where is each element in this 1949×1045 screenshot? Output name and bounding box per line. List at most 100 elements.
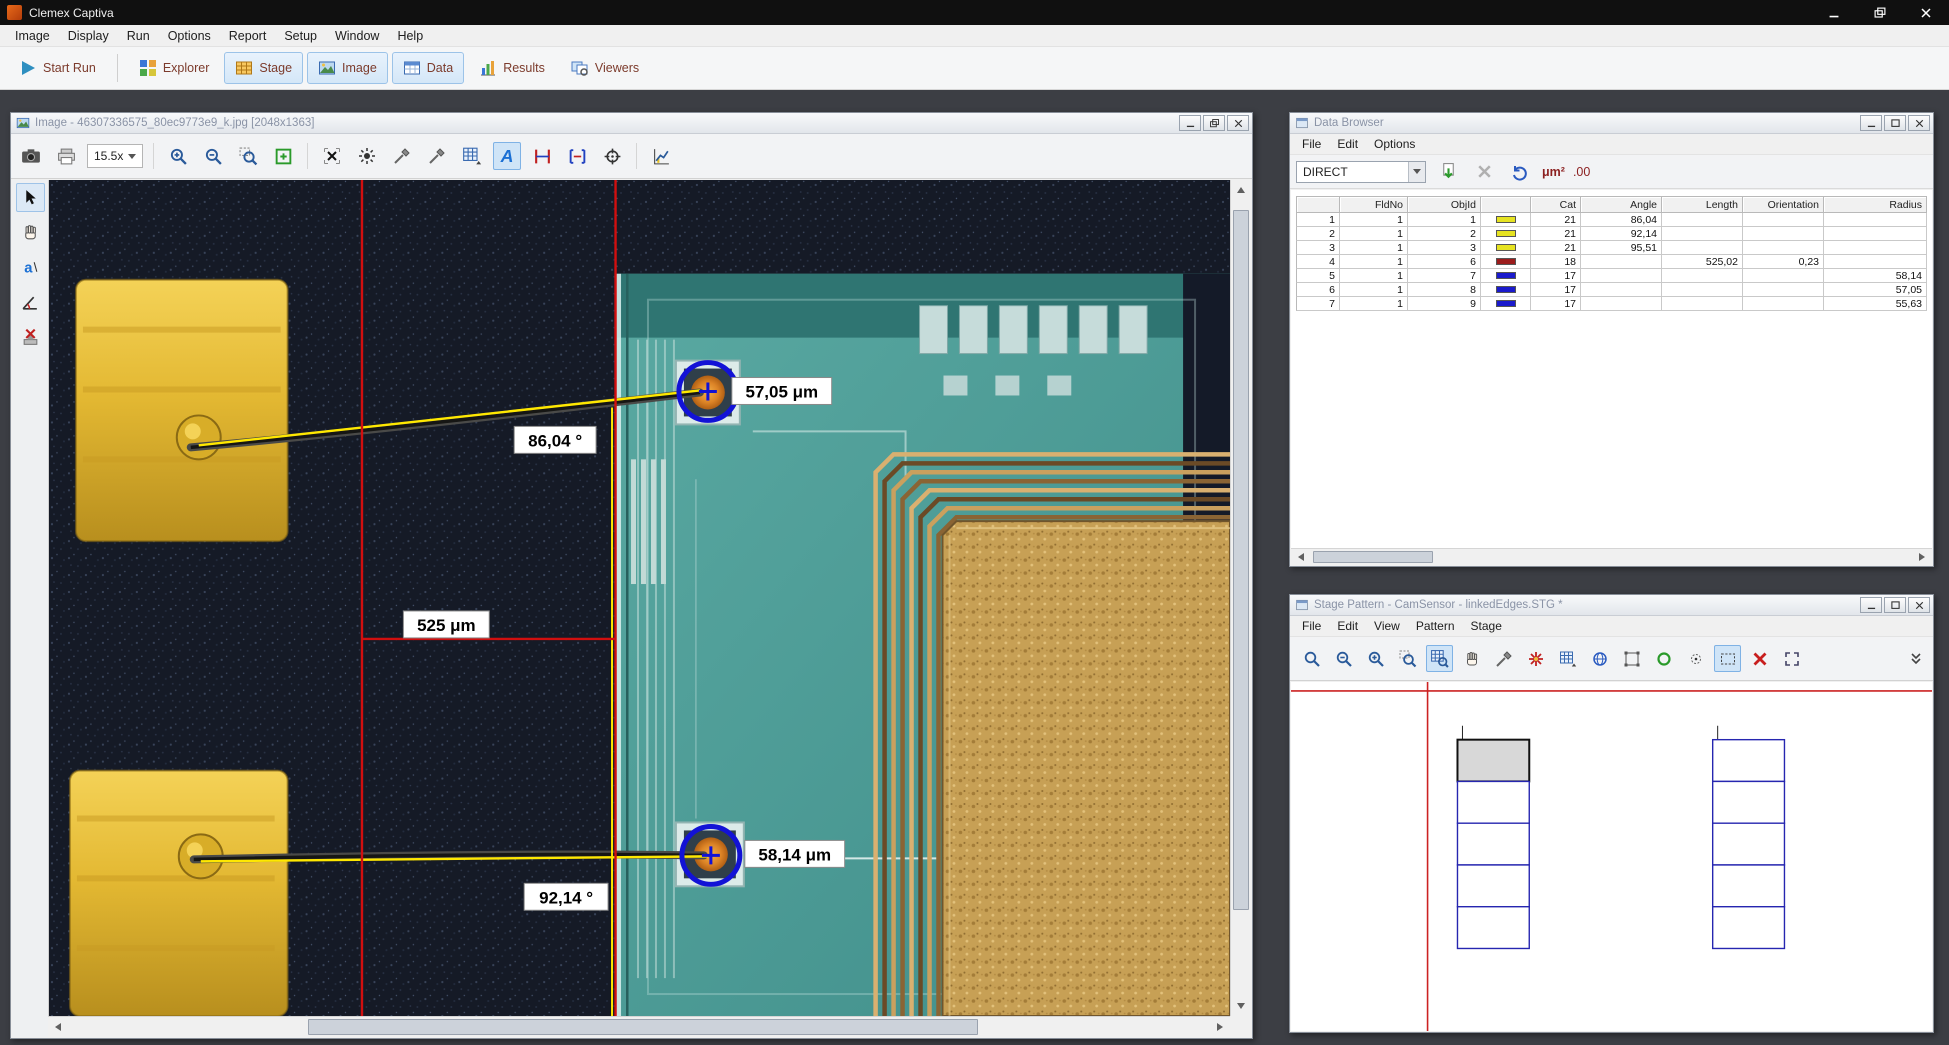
pattern-cell-selected[interactable] (1457, 740, 1529, 782)
menubar-item-window[interactable]: Window (326, 25, 388, 46)
col-header-swatch[interactable] (1481, 197, 1531, 213)
grid-options-button[interactable] (458, 142, 486, 170)
sp-pan-button[interactable] (1458, 645, 1485, 672)
pattern-cell[interactable] (1713, 865, 1785, 907)
image-window-restore-button[interactable] (1203, 115, 1225, 131)
pattern-cell[interactable] (1713, 907, 1785, 949)
hscroll-thumb[interactable] (1313, 551, 1433, 563)
pattern-cell[interactable] (1457, 865, 1529, 907)
settings-button[interactable] (353, 142, 381, 170)
sp-calibrate-button[interactable] (1522, 645, 1549, 672)
toolbar-button-stage[interactable]: Stage (224, 52, 303, 84)
measurement-label-radius-top[interactable]: 57,05 μm (732, 378, 832, 405)
source-combobox[interactable]: DIRECT (1296, 161, 1426, 183)
db-menu-edit[interactable]: Edit (1329, 137, 1366, 151)
crosshair-button[interactable] (598, 142, 626, 170)
vscroll-thumb[interactable] (1233, 210, 1249, 910)
col-header-length[interactable]: Length (1662, 197, 1743, 213)
scroll-right-button[interactable] (1912, 547, 1932, 567)
toolbar-button-image[interactable]: Image (307, 52, 388, 84)
scroll-right-button[interactable] (1210, 1017, 1230, 1037)
app-maximize-button[interactable] (1857, 0, 1903, 25)
pattern-grid-1[interactable] (1457, 740, 1529, 949)
scroll-left-button[interactable] (1291, 547, 1311, 567)
menubar-item-run[interactable]: Run (118, 25, 159, 46)
sp-pipette-button[interactable] (1490, 645, 1517, 672)
menubar-item-image[interactable]: Image (6, 25, 59, 46)
col-header-rownum[interactable] (1296, 197, 1340, 213)
hscroll-track[interactable] (1311, 549, 1912, 565)
toolbar-button-viewers[interactable]: Viewers (560, 52, 650, 84)
image-window-minimize-button[interactable] (1179, 115, 1201, 131)
db-menu-options[interactable]: Options (1366, 137, 1423, 151)
sp-menu-file[interactable]: File (1294, 619, 1329, 633)
app-close-button[interactable] (1903, 0, 1949, 25)
table-row[interactable]: 1 1 1 21 86,04 (1296, 213, 1927, 227)
table-row[interactable]: 3 1 3 21 95,51 (1296, 241, 1927, 255)
stage-pattern-close-button[interactable] (1908, 597, 1930, 613)
pen-picker-button[interactable] (423, 142, 451, 170)
sp-more-button[interactable] (1902, 645, 1929, 672)
table-row[interactable]: 7 1 9 17 55,63 (1296, 297, 1927, 311)
menubar-item-report[interactable]: Report (220, 25, 276, 46)
capture-button[interactable] (17, 142, 45, 170)
profile-chart-button[interactable] (647, 142, 675, 170)
table-row[interactable]: 5 1 7 17 58,14 (1296, 269, 1927, 283)
print-button[interactable] (52, 142, 80, 170)
pattern-cell[interactable] (1457, 781, 1529, 823)
sp-globe-button[interactable] (1586, 645, 1613, 672)
text-tool-button[interactable] (16, 253, 45, 282)
sp-select-button[interactable] (1714, 645, 1741, 672)
col-header-angle[interactable]: Angle (1581, 197, 1662, 213)
select-tool-button[interactable] (16, 183, 45, 212)
col-header-radius[interactable]: Radius (1824, 197, 1927, 213)
sp-menu-stage[interactable]: Stage (1463, 619, 1510, 633)
pattern-cell[interactable] (1457, 823, 1529, 865)
stage-pattern-maximize-button[interactable] (1884, 597, 1906, 613)
fit-view-button[interactable] (269, 142, 297, 170)
pattern-cell[interactable] (1713, 740, 1785, 782)
table-row[interactable]: 6 1 8 17 57,05 (1296, 283, 1927, 297)
col-header-fldno[interactable]: FldNo (1340, 197, 1408, 213)
zoom-region-button[interactable] (234, 142, 262, 170)
stage-canvas[interactable] (1291, 682, 1932, 1031)
undo-button[interactable] (1506, 158, 1534, 186)
delete-annotation-tool-button[interactable] (16, 323, 45, 352)
sp-menu-edit[interactable]: Edit (1329, 619, 1366, 633)
sp-frame-button[interactable] (1618, 645, 1645, 672)
menubar-item-help[interactable]: Help (388, 25, 432, 46)
start-run-button[interactable]: Start Run (8, 52, 107, 84)
sp-spot-button[interactable] (1682, 645, 1709, 672)
image-hscrollbar[interactable] (48, 1016, 1230, 1037)
data-browser-maximize-button[interactable] (1884, 115, 1906, 131)
sp-menu-view[interactable]: View (1366, 619, 1408, 633)
sp-zoom-in-button[interactable] (1362, 645, 1389, 672)
sp-expand-button[interactable] (1778, 645, 1805, 672)
pattern-cell[interactable] (1457, 907, 1529, 949)
combobox-dropdown-button[interactable] (1408, 162, 1425, 182)
col-header-objid[interactable]: ObjId (1408, 197, 1481, 213)
pattern-cell[interactable] (1713, 781, 1785, 823)
table-row[interactable]: 4 1 6 18 525,02 0,23 (1296, 255, 1927, 269)
annotation-toggle-button[interactable] (493, 142, 521, 170)
data-browser-titlebar[interactable]: Data Browser (1290, 113, 1933, 134)
sp-zoom-out-button[interactable] (1330, 645, 1357, 672)
export-data-button[interactable] (1434, 158, 1462, 186)
image-window-titlebar[interactable]: Image - 46307336575_80ec9773e9_k.jpg [20… (11, 113, 1252, 134)
measurement-label-angle-top[interactable]: 86,04 ° (514, 426, 596, 453)
stage-pattern-minimize-button[interactable] (1860, 597, 1882, 613)
data-browser-close-button[interactable] (1908, 115, 1930, 131)
data-table[interactable]: FldNo ObjId Cat Angle Length Orientation… (1296, 196, 1927, 311)
image-window-close-button[interactable] (1227, 115, 1249, 131)
pattern-grid-2[interactable] (1713, 740, 1785, 949)
pattern-cell[interactable] (1713, 823, 1785, 865)
hscroll-track[interactable] (68, 1017, 1210, 1037)
microscope-image-canvas[interactable]: 57,05 μm 86,04 ° 525 μm 58,14 μm (49, 180, 1230, 1016)
measurement-label-angle-bottom[interactable]: 92,14 ° (524, 883, 608, 910)
zoom-out-button[interactable] (199, 142, 227, 170)
sp-zoom-button[interactable] (1298, 645, 1325, 672)
toolbar-button-results[interactable]: Results (468, 52, 556, 84)
clear-markers-button[interactable] (318, 142, 346, 170)
table-row[interactable]: 2 1 2 21 92,14 (1296, 227, 1927, 241)
col-header-cat[interactable]: Cat (1531, 197, 1581, 213)
